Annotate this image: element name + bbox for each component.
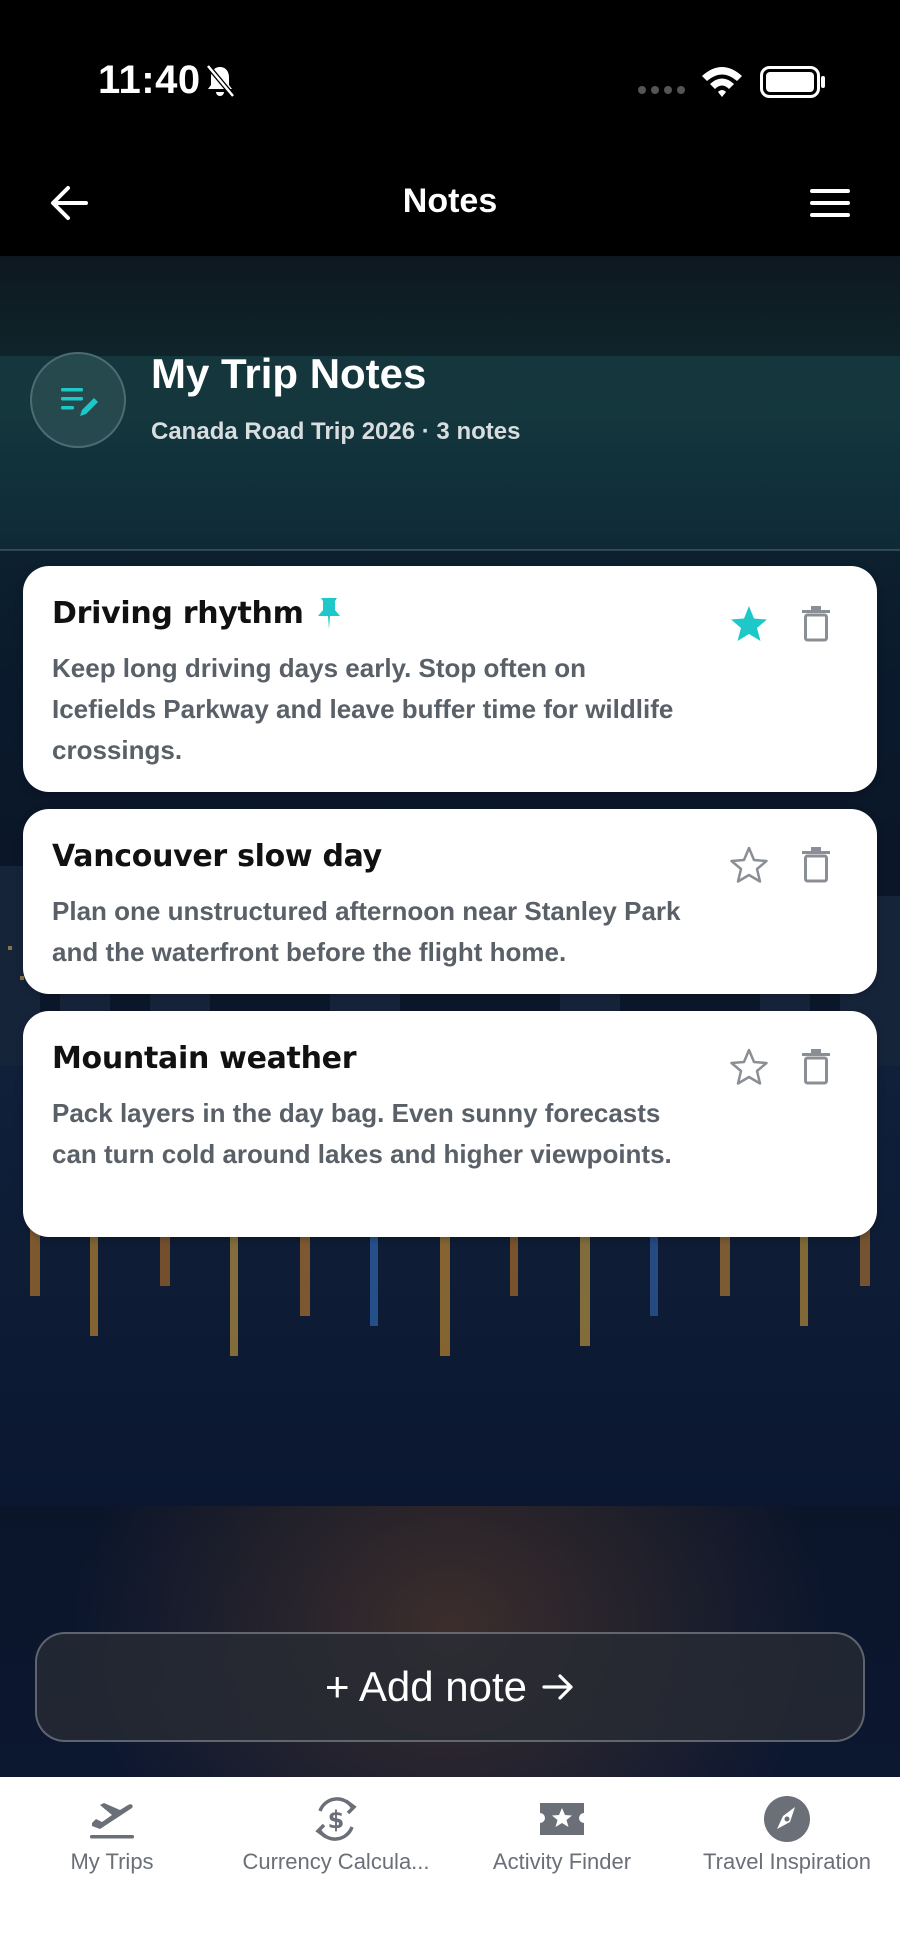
bell-off-icon bbox=[206, 64, 235, 98]
bottom-tab-bar: My Trips $ Currency Calcula... Activity … bbox=[0, 1777, 900, 1954]
status-bar: 11:40 bbox=[0, 0, 900, 160]
note-body: Keep long driving days early. Stop often… bbox=[52, 653, 674, 765]
hamburger-menu-icon[interactable] bbox=[808, 184, 852, 222]
notes-subtitle: Canada Road Trip 2026 · 3 notes bbox=[151, 418, 521, 445]
svg-text:$: $ bbox=[328, 1806, 345, 1834]
tab-my-trips[interactable]: My Trips bbox=[48, 1777, 176, 1897]
battery-icon bbox=[760, 66, 825, 98]
star-ticket-icon bbox=[540, 1803, 584, 1835]
tab-label: Currency Calcula... bbox=[242, 1849, 430, 1874]
tab-activity-finder[interactable]: Activity Finder bbox=[478, 1777, 646, 1897]
edit-notes-icon bbox=[61, 388, 98, 416]
cellular-signal-icon bbox=[638, 86, 685, 94]
notes-edit-badge bbox=[30, 352, 126, 448]
tab-label: Travel Inspiration bbox=[703, 1849, 871, 1874]
wifi-icon bbox=[702, 67, 742, 97]
tab-label: Activity Finder bbox=[492, 1849, 632, 1874]
note-card[interactable]: Vancouver slow day Plan one unstructured… bbox=[23, 809, 877, 994]
notes-title: My Trip Notes bbox=[151, 350, 427, 397]
page-title: Notes bbox=[402, 182, 498, 220]
note-body: Pack layers in the day bag. Even sunny f… bbox=[52, 1098, 672, 1169]
note-title: Vancouver slow day bbox=[52, 839, 382, 874]
tab-label: My Trips bbox=[70, 1849, 154, 1874]
airplane-departure-icon bbox=[90, 1803, 134, 1839]
trash-icon[interactable] bbox=[801, 847, 831, 883]
star-filled-icon[interactable] bbox=[729, 604, 769, 644]
add-note-label: + Add note bbox=[324, 1663, 528, 1710]
add-note-button[interactable]: + Add note bbox=[35, 1632, 865, 1742]
note-card[interactable]: Mountain weather Pack layers in the day … bbox=[23, 1011, 877, 1237]
status-time: 11:40 bbox=[98, 58, 201, 102]
notes-header: My Trip Notes Canada Road Trip 2026 · 3 … bbox=[0, 350, 900, 460]
arrow-right-icon bbox=[542, 1674, 573, 1700]
header-divider bbox=[0, 549, 900, 551]
app-bar: Notes bbox=[0, 160, 900, 256]
star-outline-icon[interactable] bbox=[729, 845, 769, 885]
compass-icon bbox=[764, 1796, 810, 1842]
currency-exchange-icon: $ bbox=[315, 1797, 357, 1841]
note-title: Driving rhythm bbox=[52, 596, 304, 631]
tab-currency-calculator[interactable]: $ Currency Calcula... bbox=[228, 1777, 444, 1897]
trash-icon[interactable] bbox=[801, 606, 831, 642]
trash-icon[interactable] bbox=[801, 1049, 831, 1085]
star-outline-icon[interactable] bbox=[729, 1047, 769, 1087]
pin-icon bbox=[318, 598, 340, 629]
note-card[interactable]: Driving rhythm Keep long driving days ea… bbox=[23, 566, 877, 792]
note-title: Mountain weather bbox=[52, 1041, 357, 1076]
note-body: Plan one unstructured afternoon near Sta… bbox=[52, 896, 681, 967]
tab-travel-inspiration[interactable]: Travel Inspiration bbox=[692, 1777, 882, 1897]
